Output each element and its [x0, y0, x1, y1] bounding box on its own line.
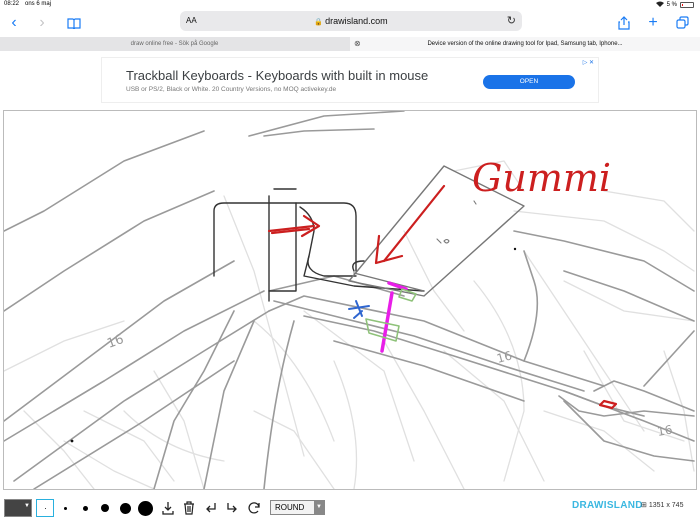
ad-banner[interactable]: ▷ ✕ Trackball Keyboards - Keyboards with… [101, 57, 599, 103]
new-tab-icon[interactable]: + [643, 13, 663, 33]
label-16-right: 16 [656, 423, 673, 439]
drawing-canvas[interactable]: Gummi 16 16 16 [3, 110, 697, 490]
ad-choices-icon[interactable]: ▷ ✕ [583, 59, 594, 66]
status-bar: 08:22 ons 6 maj 5 % [0, 0, 700, 10]
dimensions-text: 1351 x 745 [648, 502, 684, 509]
bookmarks-icon[interactable] [64, 13, 84, 33]
canvas-dimensions: ⊞ 1351 x 745 [641, 501, 683, 509]
save-icon[interactable] [160, 500, 176, 516]
tab-strip: draw online free - Sök på Google ⊗ Devic… [0, 37, 700, 51]
browser-toolbar: ‹ › AA 🔒 drawisland.com ↻ + [0, 10, 700, 36]
status-time: 08:22 [4, 1, 20, 7]
brush-size-12[interactable] [136, 499, 154, 517]
red-annotation-arrow [267, 184, 618, 410]
brush-size-4[interactable] [76, 499, 94, 517]
close-tab-icon[interactable]: ⊗ [354, 37, 361, 51]
tab-label: Device version of the online drawing too… [427, 41, 623, 47]
label-gummi: Gummi [472, 156, 611, 200]
tab-google-search[interactable]: draw online free - Sök på Google [0, 37, 349, 51]
brush-size-8[interactable] [116, 499, 134, 517]
back-icon[interactable]: ‹ [4, 13, 24, 33]
brand-logo[interactable]: DRAWISLAND [572, 500, 643, 511]
chevron-down-icon: ▼ [314, 501, 324, 514]
color-picker[interactable]: ▼ [4, 499, 32, 517]
black-dots [70, 247, 517, 443]
line-cap-value: ROUND [275, 503, 305, 512]
status-right: 5 % [655, 1, 694, 9]
lock-icon: 🔒 [314, 19, 324, 26]
trash-icon[interactable] [181, 500, 197, 516]
forward-icon[interactable]: › [32, 13, 52, 33]
share-icon[interactable] [614, 13, 634, 33]
panel-marks [436, 200, 477, 244]
redo-icon[interactable] [224, 500, 240, 516]
ad-title[interactable]: Trackball Keyboards - Keyboards with bui… [126, 68, 428, 83]
wifi-icon [655, 1, 664, 9]
reload-icon[interactable]: ↻ [507, 14, 516, 27]
url-text: drawisland.com [325, 16, 388, 26]
drawing-toolbar: ▼ ROUND ▼ DRAWISLAND ⊞ 1351 x 745 [0, 495, 700, 523]
brush-size-2[interactable] [56, 499, 74, 517]
tab-label: draw online free - Sök på Google [130, 41, 219, 47]
brush-size-1[interactable] [36, 499, 54, 517]
battery-percent: 5 % [666, 2, 677, 8]
sketch[interactable]: Gummi 16 16 16 [4, 111, 697, 490]
url-display: 🔒 drawisland.com [180, 16, 522, 26]
battery-icon [680, 2, 694, 8]
resize-icon[interactable]: ⊞ [641, 502, 647, 509]
address-bar[interactable]: AA 🔒 drawisland.com ↻ [180, 11, 522, 31]
tabs-icon[interactable] [672, 13, 692, 33]
chevron-down-icon: ▼ [24, 503, 30, 509]
line-cap-select[interactable]: ROUND ▼ [270, 500, 325, 515]
refresh-icon[interactable] [246, 500, 262, 516]
status-date: ons 6 maj [25, 1, 52, 7]
label-16-left: 16 [105, 332, 126, 352]
label-16-middle: 16 [495, 348, 513, 365]
undo-icon[interactable] [203, 500, 219, 516]
brush-size-6[interactable] [96, 499, 114, 517]
ad-open-button[interactable]: OPEN [483, 75, 575, 89]
ad-subtitle: USB or PS/2, Black or White. 20 Country … [126, 86, 337, 93]
tab-drawisland[interactable]: ⊗ Device version of the online drawing t… [350, 37, 700, 51]
